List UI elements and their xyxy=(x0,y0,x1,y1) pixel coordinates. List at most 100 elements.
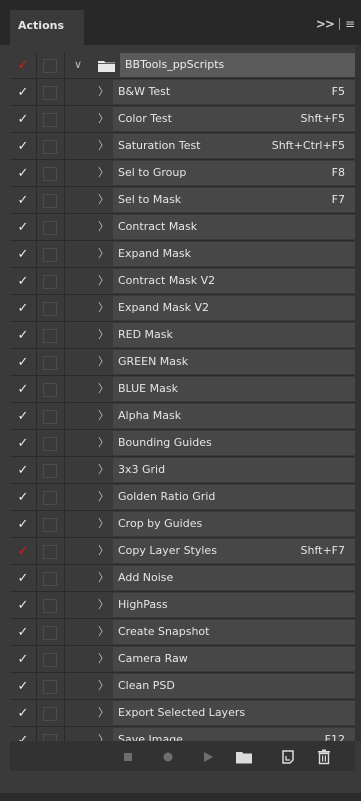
action-row[interactable]: ✓ 〉 Camera Raw xyxy=(10,646,355,673)
action-name-area[interactable]: 〉 3x3 Grid xyxy=(65,457,355,484)
chevron-right-icon[interactable]: 〉 xyxy=(98,322,109,348)
toggle-dialog-cell[interactable] xyxy=(37,160,65,187)
action-row[interactable]: ✓ 〉 Sel to Group F8 xyxy=(10,160,355,187)
toggle-item-checkmark[interactable]: ✓ xyxy=(10,457,37,484)
toggle-item-checkmark[interactable]: ✓ xyxy=(10,484,37,511)
dialog-toggle-box[interactable] xyxy=(43,302,57,316)
action-row[interactable]: ✓ 〉 B&W Test F5 xyxy=(10,79,355,106)
action-name-area[interactable]: 〉 Golden Ratio Grid xyxy=(65,484,355,511)
toggle-dialog-cell[interactable] xyxy=(37,646,65,673)
chevron-right-icon[interactable]: 〉 xyxy=(98,430,109,456)
toggle-dialog-cell[interactable] xyxy=(37,133,65,160)
action-row[interactable]: ✓ 〉 Bounding Guides xyxy=(10,430,355,457)
toggle-item-checkmark[interactable]: ✓ xyxy=(10,538,37,565)
toggle-item-checkmark[interactable]: ✓ xyxy=(10,619,37,646)
play-button[interactable] xyxy=(200,749,216,765)
chevron-right-icon[interactable]: 〉 xyxy=(98,376,109,402)
action-name-area[interactable]: 〉 Contract Mask xyxy=(65,214,355,241)
toggle-item-checkmark[interactable]: ✓ xyxy=(10,430,37,457)
toggle-item-checkmark[interactable]: ✓ xyxy=(10,700,37,727)
toggle-dialog-cell[interactable] xyxy=(37,619,65,646)
toggle-item-checkmark[interactable]: ✓ xyxy=(10,322,37,349)
action-row[interactable]: ✓ 〉 GREEN Mask xyxy=(10,349,355,376)
stop-button[interactable] xyxy=(120,749,136,765)
dialog-toggle-box[interactable] xyxy=(43,194,57,208)
hamburger-menu-icon[interactable]: ≡ xyxy=(345,17,355,31)
action-row[interactable]: ✓ 〉 Crop by Guides xyxy=(10,511,355,538)
toggle-item-checkmark[interactable]: ✓ xyxy=(10,349,37,376)
action-row[interactable]: ✓ 〉 Alpha Mask xyxy=(10,403,355,430)
action-row[interactable]: ✓ 〉 Copy Layer Styles Shft+F7 xyxy=(10,538,355,565)
chevron-right-icon[interactable]: 〉 xyxy=(98,268,109,294)
toggle-dialog-cell[interactable] xyxy=(37,241,65,268)
record-button[interactable] xyxy=(160,749,176,765)
action-name-area[interactable]: 〉 Bounding Guides xyxy=(65,430,355,457)
toggle-dialog-cell[interactable] xyxy=(37,214,65,241)
toggle-dialog-cell[interactable] xyxy=(37,673,65,700)
toggle-item-checkmark[interactable]: ✓ xyxy=(10,592,37,619)
toggle-item-checkmark[interactable]: ✓ xyxy=(10,79,37,106)
toggle-dialog-cell[interactable] xyxy=(37,187,65,214)
action-row[interactable]: ✓ 〉 Contract Mask V2 xyxy=(10,268,355,295)
toggle-item-checkmark[interactable]: ✓ xyxy=(10,376,37,403)
action-row[interactable]: ✓ 〉 RED Mask xyxy=(10,322,355,349)
chevron-right-icon[interactable]: 〉 xyxy=(98,673,109,699)
toggle-item-checkmark[interactable]: ✓ xyxy=(10,403,37,430)
dialog-toggle-box[interactable] xyxy=(43,626,57,640)
double-chevron-right-icon[interactable]: >> xyxy=(316,17,335,31)
dialog-toggle-box[interactable] xyxy=(43,653,57,667)
action-row[interactable]: ✓ 〉 Sel to Mask F7 xyxy=(10,187,355,214)
chevron-right-icon[interactable]: 〉 xyxy=(98,403,109,429)
chevron-right-icon[interactable]: 〉 xyxy=(98,700,109,726)
toggle-dialog-cell[interactable] xyxy=(37,511,65,538)
toggle-dialog-cell[interactable] xyxy=(37,457,65,484)
action-name-area[interactable]: 〉 Copy Layer Styles Shft+F7 xyxy=(65,538,355,565)
toggle-dialog-cell[interactable] xyxy=(37,295,65,322)
action-name-area[interactable]: 〉 Camera Raw xyxy=(65,646,355,673)
dialog-toggle-box[interactable] xyxy=(43,545,57,559)
action-name-area[interactable]: 〉 Alpha Mask xyxy=(65,403,355,430)
chevron-right-icon[interactable]: 〉 xyxy=(98,457,109,483)
action-row[interactable]: ✓ 〉 BLUE Mask xyxy=(10,376,355,403)
dialog-toggle-box[interactable] xyxy=(43,437,57,451)
chevron-right-icon[interactable]: 〉 xyxy=(98,511,109,537)
toggle-dialog-cell[interactable] xyxy=(37,376,65,403)
chevron-right-icon[interactable]: 〉 xyxy=(98,646,109,672)
set-name-area[interactable]: ∨ BBTools_ppScripts xyxy=(65,52,355,79)
chevron-right-icon[interactable]: 〉 xyxy=(98,79,109,105)
action-name-area[interactable]: 〉 Export Selected Layers xyxy=(65,700,355,727)
action-name-area[interactable]: 〉 Create Snapshot xyxy=(65,619,355,646)
toggle-item-checkmark[interactable]: ✓ xyxy=(10,106,37,133)
action-name-area[interactable]: 〉 Clean PSD xyxy=(65,673,355,700)
chevron-right-icon[interactable]: 〉 xyxy=(98,592,109,618)
action-name-area[interactable]: 〉 Sel to Mask F7 xyxy=(65,187,355,214)
toggle-dialog-cell[interactable] xyxy=(37,52,65,79)
action-set-row[interactable]: ✓ ∨ BBTools_ppScripts xyxy=(10,52,355,79)
toggle-item-checkmark[interactable]: ✓ xyxy=(10,565,37,592)
action-name-area[interactable]: 〉 Color Test Shft+F5 xyxy=(65,106,355,133)
dialog-toggle-box[interactable] xyxy=(43,248,57,262)
toggle-dialog-cell[interactable] xyxy=(37,268,65,295)
toggle-item-checkmark[interactable]: ✓ xyxy=(10,241,37,268)
dialog-toggle-box[interactable] xyxy=(43,383,57,397)
action-name-area[interactable]: 〉 BLUE Mask xyxy=(65,376,355,403)
action-name-area[interactable]: 〉 HighPass xyxy=(65,592,355,619)
toggle-dialog-cell[interactable] xyxy=(37,430,65,457)
chevron-right-icon[interactable]: 〉 xyxy=(98,484,109,510)
dialog-toggle-box[interactable] xyxy=(43,113,57,127)
toggle-item-checkmark[interactable]: ✓ xyxy=(10,646,37,673)
chevron-right-icon[interactable]: 〉 xyxy=(98,565,109,591)
dialog-toggle-box[interactable] xyxy=(43,464,57,478)
dialog-toggle-box[interactable] xyxy=(43,86,57,100)
toggle-dialog-cell[interactable] xyxy=(37,700,65,727)
toggle-item-checkmark[interactable]: ✓ xyxy=(10,673,37,700)
action-name-area[interactable]: 〉 RED Mask xyxy=(65,322,355,349)
toggle-item-checkmark[interactable]: ✓ xyxy=(10,133,37,160)
dialog-toggle-box[interactable] xyxy=(43,572,57,586)
action-row[interactable]: ✓ 〉 Saturation Test Shft+Ctrl+F5 xyxy=(10,133,355,160)
action-row[interactable]: ✓ 〉 Color Test Shft+F5 xyxy=(10,106,355,133)
action-row[interactable]: ✓ 〉 3x3 Grid xyxy=(10,457,355,484)
new-action-button[interactable] xyxy=(280,749,296,765)
delete-button[interactable] xyxy=(316,749,332,765)
toggle-item-checkmark[interactable]: ✓ xyxy=(10,52,37,79)
